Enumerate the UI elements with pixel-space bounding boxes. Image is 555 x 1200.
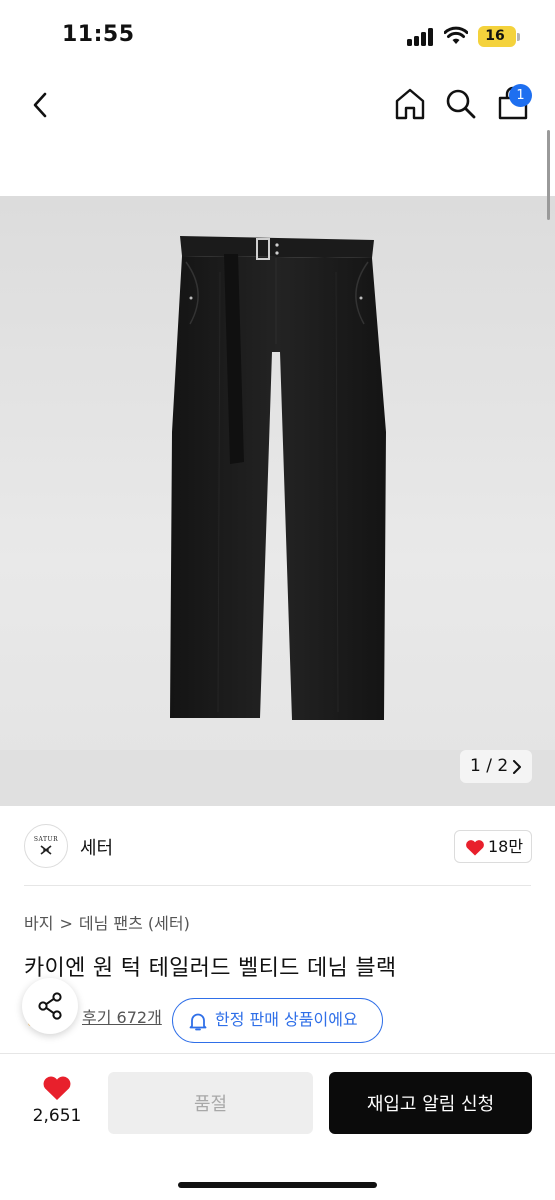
status-bar: 11:55 16 — [0, 0, 555, 70]
scrollbar[interactable] — [547, 130, 550, 220]
heart-icon — [466, 840, 484, 856]
breadcrumb-separator: > — [59, 914, 73, 933]
battery-cap — [517, 33, 520, 41]
back-chevron-icon[interactable] — [26, 88, 56, 122]
home-indicator[interactable] — [178, 1182, 377, 1188]
chevron-right-icon — [513, 760, 521, 774]
review-link[interactable]: 후기 672개 — [82, 1004, 162, 1028]
battery-icon: 16 — [478, 26, 516, 47]
breadcrumb: 바지 > 데님 팬츠 (세터) — [24, 910, 190, 934]
wifi-icon — [444, 26, 468, 44]
soldout-button: 품절 — [108, 1072, 313, 1134]
top-nav — [0, 70, 555, 140]
cart-badge: 1 — [509, 84, 532, 107]
image-pager-label: 1 / 2 — [470, 756, 509, 776]
brand-logo[interactable]: SATUR — [24, 824, 68, 868]
product-image — [170, 236, 386, 720]
breadcrumb-item-denim-pants[interactable]: 데님 팬츠 (세터) — [79, 910, 190, 934]
search-icon[interactable] — [443, 86, 479, 122]
share-button[interactable] — [22, 978, 78, 1034]
status-time: 11:55 — [62, 22, 135, 47]
signal-icon — [407, 28, 435, 46]
divider — [24, 885, 531, 886]
wish-count: 2,651 — [32, 1106, 82, 1126]
heart-icon[interactable] — [42, 1075, 72, 1101]
home-icon[interactable] — [392, 86, 428, 122]
bell-icon — [189, 1013, 207, 1031]
brand-like-count: 18만 — [488, 837, 524, 856]
breadcrumb-item-pants[interactable]: 바지 — [24, 910, 53, 934]
limited-sale-badge[interactable]: 한정 판매 상품이에요 — [172, 998, 383, 1043]
brand-like-button[interactable]: 18만 — [454, 830, 532, 863]
brand-mark-icon — [40, 845, 52, 855]
limited-sale-label: 한정 판매 상품이에요 — [215, 1010, 358, 1029]
battery-level: 16 — [485, 28, 505, 44]
brand-logo-text: SATUR — [33, 836, 59, 843]
share-icon — [38, 992, 62, 1020]
product-detail-page: 11:55 16 1 1 / 2 SATUR 세터 18만 바지 > 데님 팬츠… — [0, 0, 555, 1200]
brand-name[interactable]: 세터 — [80, 834, 113, 860]
restock-alert-button[interactable]: 재입고 알림 신청 — [329, 1072, 532, 1134]
product-title: 카이엔 원 턱 테일러드 벨티드 데님 블랙 — [24, 956, 397, 981]
